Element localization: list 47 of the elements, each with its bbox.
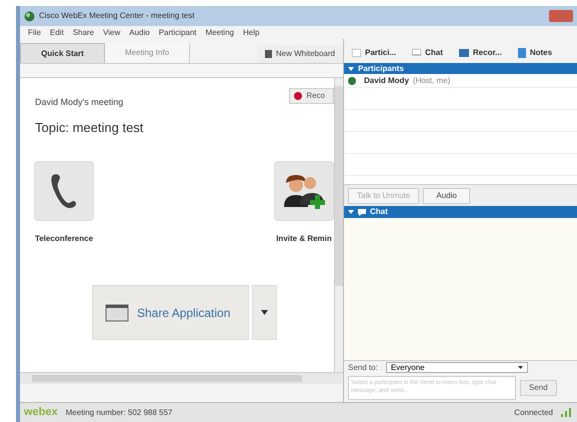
menu-item[interactable]: Meeting	[206, 26, 234, 38]
panel-tab[interactable]: Notes	[510, 43, 560, 63]
participants-header[interactable]: Participants	[344, 63, 577, 74]
panel-tab[interactable]: Recor...	[450, 43, 510, 63]
meeting-number: Meeting number: 502 988 557	[66, 406, 172, 418]
host-line: David Mody's meeting	[35, 96, 124, 109]
send-button[interactable]: Send	[520, 380, 557, 396]
chat-header[interactable]: Chat	[344, 206, 577, 218]
application-icon	[105, 304, 129, 322]
signal-icon	[561, 408, 573, 417]
menu-item[interactable]: Participant	[158, 26, 197, 38]
vertical-scrollbar[interactable]	[334, 78, 343, 372]
participant-role: (Host, me)	[412, 74, 450, 86]
horizontal-scrollbar[interactable]	[20, 372, 343, 384]
webex-logo: webex	[24, 405, 58, 420]
participant-row[interactable]: David Mody (Host, me)	[344, 74, 577, 88]
caret-icon	[261, 310, 268, 315]
phone-button[interactable]	[34, 161, 94, 221]
send-to-dropdown[interactable]: Everyone	[386, 362, 528, 373]
send-to-label: Send to:	[348, 362, 378, 374]
panel-tab[interactable]: Partici...	[344, 43, 404, 63]
menu-item[interactable]: Audio	[129, 26, 150, 38]
menu-item[interactable]: View	[103, 26, 120, 38]
phone-icon	[49, 173, 79, 209]
share-application-button[interactable]: Share Application	[92, 285, 249, 340]
record-button[interactable]: Reco	[289, 88, 334, 104]
caret-icon	[518, 366, 523, 369]
collapse-icon	[348, 210, 354, 214]
record-icon	[294, 92, 302, 100]
invite-button[interactable]	[274, 161, 334, 221]
collapse-icon	[348, 66, 354, 70]
window-title: Cisco WebEx Meeting Center - meeting test	[39, 10, 194, 22]
menu-item[interactable]: Edit	[50, 26, 64, 38]
people-icon	[282, 173, 326, 209]
menu-item[interactable]: Share	[72, 26, 94, 38]
new-whiteboard-button[interactable]: New Whiteboard	[256, 45, 343, 63]
action-label: Invite & Remin	[276, 233, 332, 245]
dropdown-button[interactable]	[252, 285, 277, 340]
meeting-topic: Topic: meeting test	[35, 118, 144, 137]
action-label: Teleconference	[34, 233, 94, 245]
audio-button[interactable]: Audio	[423, 188, 470, 204]
tab[interactable]: Quick Start	[20, 43, 105, 63]
connection-status: Connected	[514, 406, 553, 418]
menu-item[interactable]: Help	[242, 26, 260, 38]
panel-tab[interactable]: Chat	[404, 43, 451, 63]
menu-item[interactable]: File	[28, 26, 41, 38]
participant-name: David Mody	[364, 74, 409, 86]
